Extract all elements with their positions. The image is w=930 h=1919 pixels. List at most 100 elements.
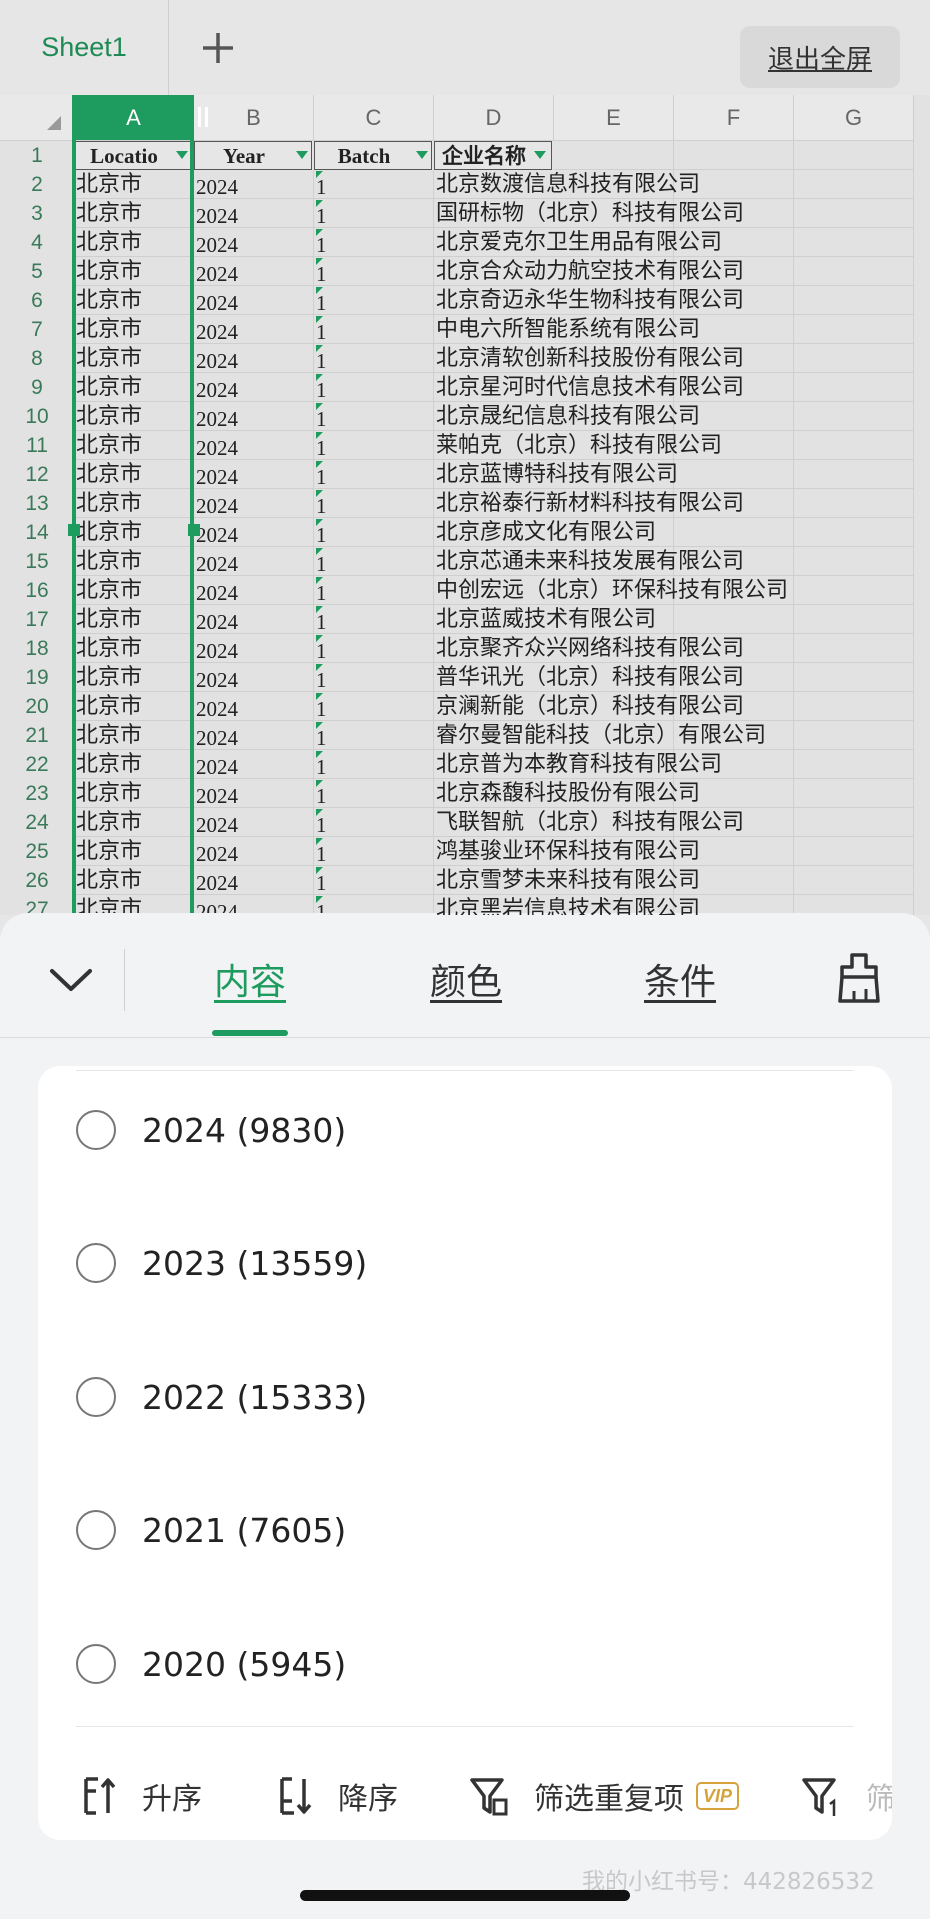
radio-button[interactable] [76, 1243, 116, 1283]
cell-g[interactable] [794, 837, 914, 866]
tab-color[interactable]: 颜色 [430, 953, 502, 1005]
cell-b[interactable]: 2024 [194, 895, 314, 915]
row-header[interactable]: 25 [0, 837, 74, 866]
cell-g[interactable] [794, 257, 914, 286]
cell-a[interactable]: 北京市 [74, 315, 194, 344]
cell-d[interactable]: 北京数渡信息科技有限公司 [434, 170, 700, 199]
column-header-c[interactable]: C [314, 95, 434, 141]
cell-a[interactable]: 北京市 [74, 779, 194, 808]
cell-b[interactable]: 2024 [194, 199, 314, 228]
column-header-f[interactable]: F [674, 95, 794, 141]
row-header[interactable]: 10 [0, 402, 74, 431]
row-header[interactable]: 5 [0, 257, 74, 286]
row-header[interactable]: 6 [0, 286, 74, 315]
cell-c[interactable]: 1 [314, 228, 434, 257]
filter-dropdown-icon[interactable] [534, 151, 546, 159]
filter-option[interactable]: 2020 (5945) [76, 1624, 856, 1704]
cell-b[interactable]: 2024 [194, 489, 314, 518]
cell-a[interactable]: 北京市 [74, 866, 194, 895]
cell-c[interactable]: 1 [314, 779, 434, 808]
row-header[interactable]: 22 [0, 750, 74, 779]
cell-a[interactable]: 北京市 [74, 199, 194, 228]
column-header-b[interactable]: B [194, 95, 314, 141]
cell-f[interactable] [674, 460, 794, 489]
cell-g[interactable] [794, 750, 914, 779]
cell-b[interactable]: 2024 [194, 750, 314, 779]
cell-c[interactable]: 1 [314, 750, 434, 779]
cell-b[interactable]: 2024 [194, 663, 314, 692]
cell-d[interactable]: 京澜新能（北京）科技有限公司 [434, 692, 744, 721]
cell-a[interactable]: 北京市 [74, 895, 194, 915]
cell-d[interactable]: 北京星河时代信息技术有限公司 [434, 373, 744, 402]
cell-b[interactable]: 2024 [194, 228, 314, 257]
cell-g[interactable] [794, 170, 914, 199]
cell-g[interactable] [794, 576, 914, 605]
cell-b[interactable]: 2024 [194, 373, 314, 402]
filter-option[interactable]: 2021 (7605) [76, 1490, 856, 1570]
cell-c[interactable]: 1 [314, 402, 434, 431]
cell-b[interactable]: 2024 [194, 518, 314, 547]
cell-d[interactable]: 北京普为本教育科技有限公司 [434, 750, 722, 779]
row-header[interactable]: 8 [0, 344, 74, 373]
cell-a[interactable]: 北京市 [74, 547, 194, 576]
cell-d[interactable]: 北京蓝威技术有限公司 [434, 605, 656, 634]
cell-c[interactable]: 1 [314, 373, 434, 402]
filter-option[interactable]: 2023 (13559) [76, 1223, 856, 1303]
cell-b[interactable]: 2024 [194, 576, 314, 605]
cell-c[interactable]: 1 [314, 866, 434, 895]
cell-d[interactable]: 飞联智航（北京）科技有限公司 [434, 808, 744, 837]
cell-g[interactable] [794, 228, 914, 257]
cell-g[interactable] [794, 402, 914, 431]
cell-b[interactable]: 2024 [194, 257, 314, 286]
filter-duplicates-button[interactable]: 筛选重复项 VIP [468, 1766, 740, 1826]
cell-g[interactable] [794, 489, 914, 518]
cell-b[interactable]: 2024 [194, 779, 314, 808]
spreadsheet-grid[interactable]: A B C D E F G 1 Locatio Year Batch 企业名称 2 北京市 2024 1 北京数… [0, 95, 930, 915]
cell-a[interactable]: 北京市 [74, 257, 194, 286]
radio-button[interactable] [76, 1510, 116, 1550]
collapse-chevron-icon[interactable] [46, 961, 96, 1001]
cell-a[interactable]: 北京市 [74, 634, 194, 663]
row-header[interactable]: 21 [0, 721, 74, 750]
sort-descending-button[interactable]: 降序 [276, 1766, 398, 1826]
row-header[interactable]: 13 [0, 489, 74, 518]
cell-d[interactable]: 莱帕克（北京）科技有限公司 [434, 431, 722, 460]
cell-d[interactable]: 中创宏远（北京）环保科技有限公司 [434, 576, 788, 605]
cell-b[interactable]: 2024 [194, 692, 314, 721]
sort-ascending-button[interactable]: 升序 [80, 1766, 202, 1826]
cell-c[interactable]: 1 [314, 837, 434, 866]
cell-d[interactable]: 北京晟纪信息科技有限公司 [434, 402, 700, 431]
radio-button[interactable] [76, 1377, 116, 1417]
cell-g[interactable] [794, 286, 914, 315]
cell-g[interactable] [794, 779, 914, 808]
cell-c[interactable]: 1 [314, 808, 434, 837]
row-header[interactable]: 26 [0, 866, 74, 895]
sheet-tab[interactable]: Sheet1 [0, 0, 169, 95]
cell-a[interactable]: 北京市 [74, 170, 194, 199]
cell-g[interactable] [794, 866, 914, 895]
cell-c[interactable]: 1 [314, 344, 434, 373]
cell-g[interactable] [794, 895, 914, 915]
cell-a[interactable]: 北京市 [74, 489, 194, 518]
cell-c[interactable]: 1 [314, 634, 434, 663]
column-resize-handle[interactable] [198, 107, 208, 127]
row-header[interactable]: 11 [0, 431, 74, 460]
cell-c[interactable]: 1 [314, 895, 434, 915]
cell-c[interactable]: 1 [314, 721, 434, 750]
cell-a[interactable]: 北京市 [74, 402, 194, 431]
cell-g[interactable] [794, 808, 914, 837]
cell-d[interactable]: 北京森馥科技股份有限公司 [434, 779, 700, 808]
empty-cell[interactable] [794, 141, 914, 170]
header-cell-a[interactable]: Locatio [74, 141, 192, 170]
cell-c[interactable]: 1 [314, 518, 434, 547]
cell-d[interactable]: 北京裕泰行新材料科技有限公司 [434, 489, 744, 518]
cell-d[interactable]: 中电六所智能系统有限公司 [434, 315, 700, 344]
cell-b[interactable]: 2024 [194, 634, 314, 663]
cell-c[interactable]: 1 [314, 286, 434, 315]
filter-dropdown-icon[interactable] [176, 151, 188, 159]
cell-b[interactable]: 2024 [194, 866, 314, 895]
cell-g[interactable] [794, 605, 914, 634]
cell-c[interactable]: 1 [314, 605, 434, 634]
cell-a[interactable]: 北京市 [74, 576, 194, 605]
cell-a[interactable]: 北京市 [74, 344, 194, 373]
